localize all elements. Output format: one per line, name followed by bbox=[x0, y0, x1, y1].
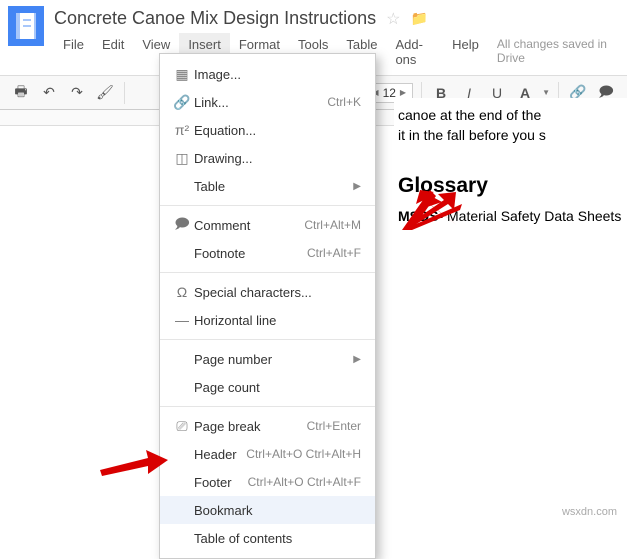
body-text[interactable]: it in the fall before you s bbox=[398, 126, 623, 146]
undo-icon[interactable]: ↶ bbox=[38, 82, 60, 104]
drawing-icon: ◫ bbox=[170, 150, 194, 167]
menu-item-footnote[interactable]: Footnote Ctrl+Alt+F bbox=[160, 239, 375, 267]
increase-icon[interactable]: ▶ bbox=[400, 88, 406, 97]
special-chars-icon: Ω bbox=[170, 284, 194, 300]
link-icon: 🔗 bbox=[170, 94, 194, 111]
hr-icon: — bbox=[170, 312, 194, 328]
menu-item-header[interactable]: Header Ctrl+Alt+O Ctrl+Alt+H bbox=[160, 440, 375, 468]
separator bbox=[124, 82, 125, 104]
folder-icon[interactable]: 📁 bbox=[411, 10, 428, 27]
image-icon: ▦ bbox=[170, 66, 194, 83]
annotation-arrow bbox=[404, 192, 459, 228]
doc-title[interactable]: Concrete Canoe Mix Design Instructions bbox=[54, 8, 376, 29]
body-text[interactable]: canoe at the end of the bbox=[398, 106, 623, 126]
menu-item-link[interactable]: 🔗 Link... Ctrl+K bbox=[160, 88, 375, 116]
menu-file[interactable]: File bbox=[54, 33, 93, 71]
redo-icon[interactable]: ↷ bbox=[66, 82, 88, 104]
save-status: All changes saved in Drive bbox=[488, 33, 619, 71]
equation-icon: π² bbox=[170, 122, 194, 138]
menu-separator bbox=[160, 406, 375, 407]
submenu-arrow-icon: ▶ bbox=[353, 354, 361, 365]
comment-icon: 🗩 bbox=[170, 213, 194, 237]
dropdown-icon[interactable]: ▼ bbox=[542, 88, 550, 97]
menu-item-toc[interactable]: Table of contents bbox=[160, 524, 375, 552]
star-icon[interactable]: ☆ bbox=[386, 9, 400, 29]
menu-item-image[interactable]: ▦ Image... bbox=[160, 60, 375, 88]
menu-edit[interactable]: Edit bbox=[93, 33, 133, 71]
menu-item-page-number[interactable]: Page number ▶ bbox=[160, 345, 375, 373]
menu-addons[interactable]: Add-ons bbox=[386, 33, 443, 71]
page-break-icon: ⎚ bbox=[170, 418, 194, 435]
submenu-arrow-icon: ▶ bbox=[353, 181, 361, 192]
menu-item-table[interactable]: Table ▶ bbox=[160, 172, 375, 200]
menu-separator bbox=[160, 339, 375, 340]
watermark: wsxdn.com bbox=[562, 506, 617, 518]
menu-item-footer[interactable]: Footer Ctrl+Alt+O Ctrl+Alt+F bbox=[160, 468, 375, 496]
print-icon[interactable]: 🖶 bbox=[10, 82, 32, 104]
paint-format-icon[interactable]: 🖌 bbox=[94, 82, 116, 104]
menu-help[interactable]: Help bbox=[443, 33, 488, 71]
insert-dropdown: ▦ Image... 🔗 Link... Ctrl+K π² Equation.… bbox=[159, 53, 376, 559]
docs-logo[interactable] bbox=[8, 6, 44, 46]
menu-item-page-count[interactable]: Page count bbox=[160, 373, 375, 401]
glossary-definition: - Material Safety Data Sheets bbox=[438, 208, 621, 224]
menu-item-drawing[interactable]: ◫ Drawing... bbox=[160, 144, 375, 172]
menu-item-page-break[interactable]: ⎚ Page break Ctrl+Enter bbox=[160, 412, 375, 440]
menu-separator bbox=[160, 205, 375, 206]
menu-item-comment[interactable]: 🗩 Comment Ctrl+Alt+M bbox=[160, 211, 375, 239]
menu-separator bbox=[160, 272, 375, 273]
menu-item-horizontal-line[interactable]: — Horizontal line bbox=[160, 306, 375, 334]
menu-item-bookmark[interactable]: Bookmark bbox=[160, 496, 375, 524]
menu-item-equation[interactable]: π² Equation... bbox=[160, 116, 375, 144]
menu-item-special-chars[interactable]: Ω Special characters... bbox=[160, 278, 375, 306]
annotation-arrow bbox=[100, 448, 170, 478]
